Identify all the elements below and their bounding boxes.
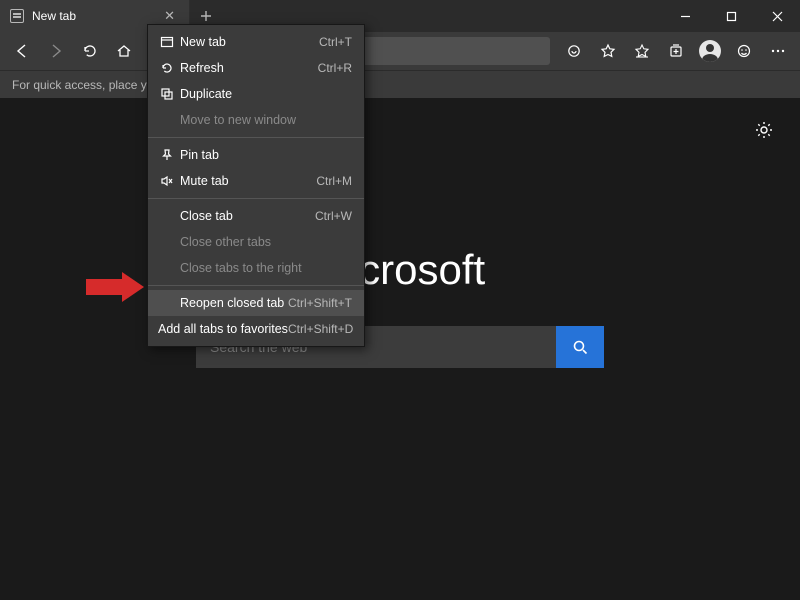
- tab-context-menu: New tabCtrl+TRefreshCtrl+RDuplicateMove …: [147, 24, 365, 347]
- menu-item-label: Close other tabs: [178, 235, 352, 249]
- menu-item-shortcut: Ctrl+R: [318, 61, 352, 75]
- menu-item-add-all-tabs-to-favorites[interactable]: Add all tabs to favoritesCtrl+Shift+D: [148, 316, 364, 342]
- menu-item-label: Close tabs to the right: [178, 261, 352, 275]
- close-window-button[interactable]: [754, 0, 800, 32]
- gear-icon: [754, 120, 774, 140]
- duplicate-icon: [156, 87, 178, 101]
- menu-item-reopen-closed-tab[interactable]: Reopen closed tabCtrl+Shift+T: [148, 290, 364, 316]
- collections-icon: [668, 43, 684, 59]
- title-bar: New tab ✕: [0, 0, 800, 32]
- shopping-icon: [566, 43, 582, 59]
- settings-menu-button[interactable]: [762, 35, 794, 67]
- menu-item-close-tabs-to-the-right: Close tabs to the right: [148, 255, 364, 281]
- minimize-icon: [680, 11, 691, 22]
- favorite-button[interactable]: [592, 35, 624, 67]
- menu-item-shortcut: Ctrl+W: [315, 209, 352, 223]
- search-icon: [571, 338, 589, 356]
- collections-button[interactable]: [660, 35, 692, 67]
- menu-item-shortcut: Ctrl+Shift+T: [288, 296, 352, 310]
- menu-item-shortcut: Ctrl+T: [319, 35, 352, 49]
- refresh-icon: [82, 43, 98, 59]
- forward-button[interactable]: [40, 35, 72, 67]
- menu-item-label: Reopen closed tab: [178, 296, 288, 310]
- home-icon: [116, 43, 132, 59]
- window-icon: [156, 35, 178, 49]
- toolbar: [0, 32, 800, 70]
- search-submit-button[interactable]: [556, 326, 604, 368]
- menu-separator: [148, 137, 364, 138]
- tab-close-button[interactable]: ✕: [160, 6, 179, 26]
- menu-item-label: Add all tabs to favorites: [156, 322, 288, 336]
- tab-favicon-icon: [10, 9, 24, 23]
- arrow-head-icon: [122, 272, 144, 302]
- star-icon: [600, 43, 616, 59]
- smiley-icon: [736, 43, 752, 59]
- menu-item-shortcut: Ctrl+Shift+D: [288, 322, 353, 336]
- menu-item-label: Close tab: [178, 209, 315, 223]
- maximize-button[interactable]: [708, 0, 754, 32]
- refresh-icon: [156, 61, 178, 75]
- more-icon: [770, 43, 786, 59]
- favorites-bar: For quick access, place your fav: [0, 70, 800, 98]
- menu-item-shortcut: Ctrl+M: [316, 174, 352, 188]
- minimize-button[interactable]: [662, 0, 708, 32]
- menu-item-duplicate[interactable]: Duplicate: [148, 81, 364, 107]
- profile-button[interactable]: [694, 35, 726, 67]
- maximize-icon: [726, 11, 737, 22]
- pin-icon: [156, 148, 178, 162]
- menu-item-label: Refresh: [178, 61, 318, 75]
- favorites-list-button[interactable]: [626, 35, 658, 67]
- menu-item-new-tab[interactable]: New tabCtrl+T: [148, 29, 364, 55]
- arrow-shaft-icon: [86, 279, 124, 295]
- mute-icon: [156, 174, 178, 188]
- window-controls: [662, 0, 800, 32]
- feedback-button[interactable]: [728, 35, 760, 67]
- rewards-button[interactable]: [558, 35, 590, 67]
- menu-item-label: Duplicate: [178, 87, 352, 101]
- home-button[interactable]: [108, 35, 140, 67]
- close-icon: [772, 11, 783, 22]
- tab-title: New tab: [32, 9, 76, 23]
- menu-item-close-other-tabs: Close other tabs: [148, 229, 364, 255]
- menu-item-move-to-new-window: Move to new window: [148, 107, 364, 133]
- back-arrow-icon: [14, 43, 30, 59]
- menu-item-label: New tab: [178, 35, 319, 49]
- menu-item-label: Pin tab: [178, 148, 352, 162]
- menu-item-pin-tab[interactable]: Pin tab: [148, 142, 364, 168]
- menu-item-close-tab[interactable]: Close tabCtrl+W: [148, 203, 364, 229]
- menu-item-label: Mute tab: [178, 174, 316, 188]
- avatar-icon: [699, 40, 721, 62]
- menu-item-refresh[interactable]: RefreshCtrl+R: [148, 55, 364, 81]
- menu-separator: [148, 198, 364, 199]
- forward-arrow-icon: [48, 43, 64, 59]
- back-button[interactable]: [6, 35, 38, 67]
- page-settings-button[interactable]: [754, 120, 774, 140]
- menu-item-label: Move to new window: [178, 113, 352, 127]
- toolbar-right: [558, 35, 794, 67]
- menu-item-mute-tab[interactable]: Mute tabCtrl+M: [148, 168, 364, 194]
- new-tab-page: Microsoft Search the web: [0, 98, 800, 600]
- annotation-arrow: [86, 272, 148, 302]
- menu-separator: [148, 285, 364, 286]
- refresh-button[interactable]: [74, 35, 106, 67]
- star-list-icon: [634, 43, 650, 59]
- plus-icon: [200, 10, 212, 22]
